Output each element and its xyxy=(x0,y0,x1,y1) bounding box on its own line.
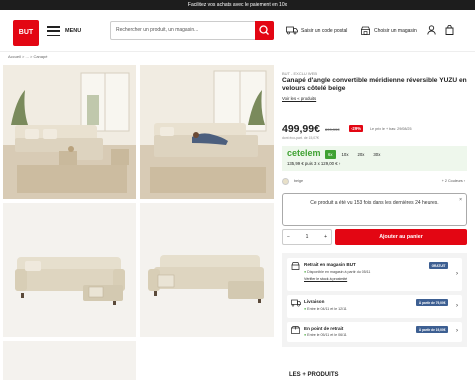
views-notice: Ce produit a été vu 153 fois dans les de… xyxy=(282,193,467,226)
gallery-image-studio-front[interactable] xyxy=(3,203,136,337)
product-brand: BUT - EXCLU WEB xyxy=(282,71,318,76)
menu-button[interactable]: MENU xyxy=(47,24,81,38)
qty-value[interactable]: 1 xyxy=(306,234,309,240)
chevron-right-icon: › xyxy=(456,271,458,277)
delivery-title: Retrait en magasin BUT xyxy=(304,262,356,267)
check-stock-link[interactable]: Vérifier le stock à proximité xyxy=(304,277,347,281)
search-input[interactable]: Rechercher un produit, un magasin... xyxy=(110,21,274,40)
more-colors-link[interactable]: + 2 Couleurs › xyxy=(442,179,465,183)
chevron-right-icon: › xyxy=(456,303,458,309)
qty-plus-button[interactable]: + xyxy=(324,234,327,240)
price-reference: Le prix le + bas: 29/08/25 xyxy=(370,127,412,131)
search-placeholder: Rechercher un produit, un magasin... xyxy=(116,27,199,33)
bag-icon[interactable] xyxy=(445,25,454,35)
search-icon xyxy=(259,25,269,35)
reviews-link[interactable]: Voir les « produits xyxy=(282,96,467,101)
delivery-option-home[interactable]: Livraison ● Entre le 04/11 et le 12/11 À… xyxy=(287,295,462,318)
but-logo[interactable]: BUT xyxy=(13,20,39,46)
store-selector-label: Choisir un magasin xyxy=(374,27,417,34)
menu-label: MENU xyxy=(65,28,82,34)
delivery-option-store[interactable]: Retrait en magasin BUT ● Disponible en m… xyxy=(287,258,462,291)
truck-icon xyxy=(291,299,301,307)
hamburger-icon xyxy=(47,26,60,36)
term-20x[interactable]: 20x xyxy=(354,150,367,159)
chevron-right-icon: › xyxy=(456,328,458,334)
product-title: Canapé d'angle convertible méridienne ré… xyxy=(282,77,467,92)
delivery-price-badge: À partir de 19,00€ xyxy=(416,326,448,333)
truck-icon xyxy=(286,26,298,35)
breadcrumb: Accueil > ... > Canapé xyxy=(8,54,48,59)
discount-badge: -29% xyxy=(349,125,364,132)
product-info-panel: BUT - EXCLU WEB Canapé d'angle convertib… xyxy=(282,71,467,347)
section-title-plus-produits: LES + PRODUITS xyxy=(289,372,339,378)
color-selector: beige + 2 Couleurs › xyxy=(282,176,467,188)
site-header: BUT MENU Rechercher un produit, un magas… xyxy=(0,10,475,52)
qty-minus-button[interactable]: − xyxy=(287,234,290,240)
color-swatch-beige[interactable] xyxy=(282,178,289,185)
old-price: 699,99€ xyxy=(325,127,340,132)
credit-box: cetelem 6x 10x 20x 30x 135,99 € puis 3 x… xyxy=(282,146,467,171)
views-notice-text: Ce produit a été vu 153 fois dans les de… xyxy=(310,200,439,206)
store-selector-button[interactable]: Choisir un magasin xyxy=(360,26,417,35)
store-icon xyxy=(361,26,370,35)
gallery-image-studio-angle[interactable] xyxy=(140,203,274,337)
quantity-stepper: − 1 + xyxy=(282,229,332,245)
pickup-box-icon xyxy=(291,326,300,334)
term-6x[interactable]: 6x xyxy=(325,150,336,159)
credit-installments[interactable]: 135,99 € puis 3 x 129,00 € › xyxy=(287,161,340,166)
delivery-title: En point de retrait xyxy=(304,326,344,331)
delivery-subtitle: ● Disponible en magasin à partir du 05/1… xyxy=(304,270,371,274)
add-to-cart-button[interactable]: Ajouter au panier xyxy=(335,229,467,245)
delivery-subtitle: ● Entre le 05/11 et le 06/11 xyxy=(304,333,347,337)
breadcrumb-current: Canapé xyxy=(33,54,48,59)
close-icon[interactable]: × xyxy=(459,197,462,204)
term-10x[interactable]: 10x xyxy=(339,150,352,159)
delivery-price-badge: À partir de 79,00€ xyxy=(416,299,448,306)
eco-participation: dont éco-part. de 15,07€ xyxy=(282,136,319,140)
postal-code-button[interactable]: Saisir un code postal xyxy=(286,26,347,35)
delivery-subtitle: ● Entre le 04/11 et le 12/11 xyxy=(304,307,347,311)
store-icon xyxy=(291,262,300,270)
delivery-options: Retrait en magasin BUT ● Disponible en m… xyxy=(282,253,467,347)
gallery-image-extra[interactable] xyxy=(3,341,136,380)
breadcrumb-home[interactable]: Accueil xyxy=(8,54,21,59)
delivery-option-pickup-point[interactable]: En point de retrait ● Entre le 05/11 et … xyxy=(287,322,462,342)
cetelem-logo: cetelem xyxy=(287,148,321,158)
gallery-image-living-room[interactable] xyxy=(3,65,136,199)
term-30x[interactable]: 30x xyxy=(370,150,383,159)
postal-code-label: Saisir un code postal xyxy=(301,27,348,34)
color-label: beige xyxy=(294,179,304,183)
delivery-title: Livraison xyxy=(304,299,325,304)
gallery-image-converted-bed[interactable] xyxy=(140,65,274,199)
credit-terms: 6x 10x 20x 30x xyxy=(325,150,383,159)
search-button[interactable] xyxy=(255,21,274,40)
user-icon[interactable] xyxy=(427,25,436,35)
breadcrumb-ellipsis[interactable]: ... xyxy=(26,54,29,59)
delivery-price-badge: GRATUIT xyxy=(429,262,448,269)
promo-banner[interactable]: Facilitez vos achats avec le paiement en… xyxy=(0,0,475,10)
product-price: 499,99€ xyxy=(282,123,320,135)
